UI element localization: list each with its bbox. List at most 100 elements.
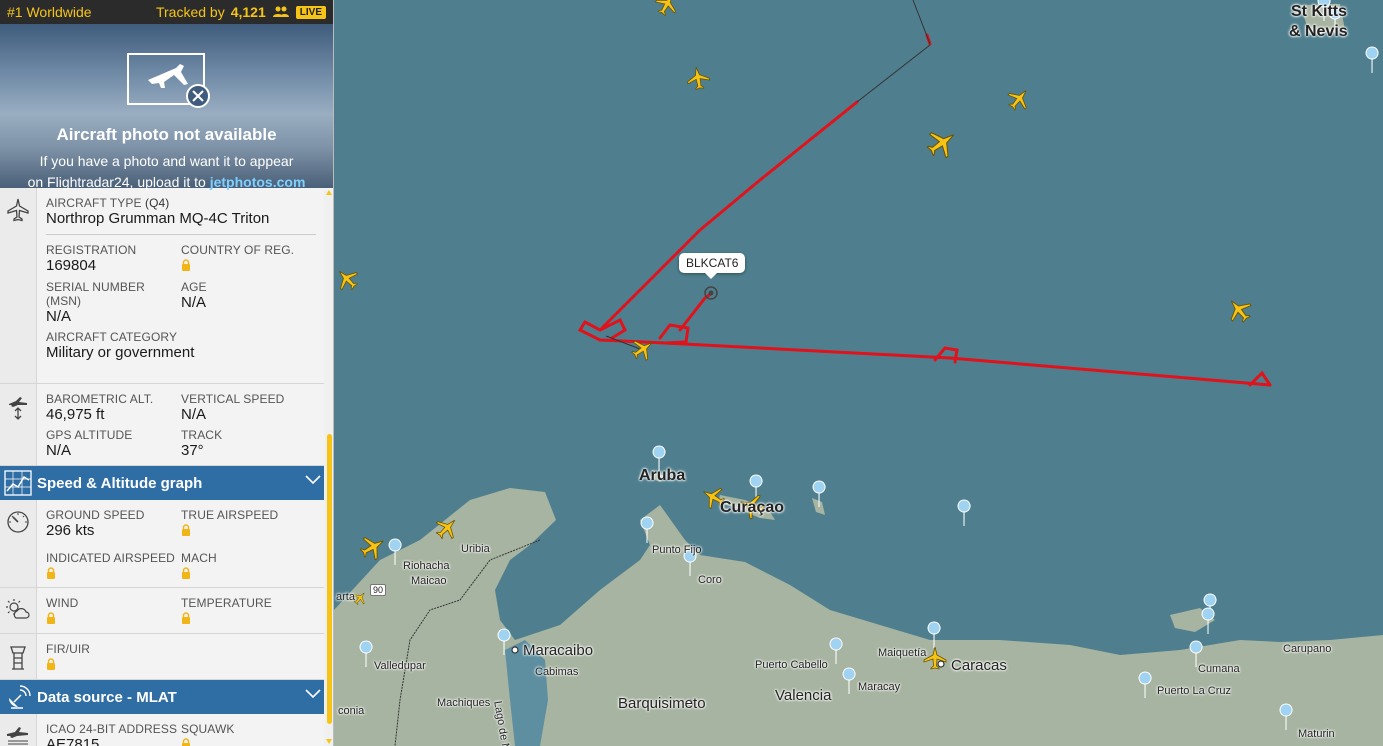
chevron-down-icon[interactable] — [305, 475, 321, 485]
age-label: AGE — [181, 280, 207, 294]
map-label-curacao: Curaçao — [720, 499, 785, 516]
map-label-cumana: Cumana — [1198, 663, 1240, 675]
category-value: Military or government — [46, 344, 195, 361]
photo-title: Aircraft photo not available — [56, 125, 277, 144]
mach-label: MACH — [181, 551, 217, 565]
altitude-icon — [9, 397, 27, 420]
map-label-maiquetia: Maiquetía — [878, 647, 927, 659]
lock-icon[interactable] — [181, 612, 191, 624]
aircraft-info-section: AIRCRAFT TYPE (Q4) Northrop Grumman MQ-4… — [0, 188, 333, 384]
map-label-punto-fijo: Punto Fijo — [652, 544, 702, 556]
aircraft-photo-placeholder: Aircraft photo not available If you have… — [0, 24, 333, 190]
ias-cell: INDICATED AIRSPEED — [46, 547, 181, 584]
scrollbar-thumb[interactable] — [327, 434, 332, 724]
aircraft-info-content: AIRCRAFT TYPE (Q4) Northrop Grumman MQ-4… — [37, 188, 333, 383]
selected-callsign-label[interactable]: BLKCAT6 — [679, 253, 746, 279]
map-label-barquisimeto: Barquisimeto — [618, 695, 706, 712]
airplane-icon — [7, 198, 29, 222]
weather-section: WIND TEMPERATURE — [0, 588, 333, 634]
wind-label: WIND — [46, 596, 79, 610]
lock-icon[interactable] — [46, 658, 56, 670]
lock-icon[interactable] — [181, 567, 191, 579]
age-cell: AGE N/A — [181, 276, 316, 326]
map-label-maicao: Maicao — [411, 575, 447, 587]
fir-label: FIR/UIR — [46, 642, 91, 656]
map-label-puerto-la-cruz: Puerto La Cruz — [1157, 685, 1231, 697]
temperature-label: TEMPERATURE — [181, 596, 272, 610]
true-airspeed-label: TRUE AIRSPEED — [181, 508, 279, 522]
serial-label: SERIAL NUMBER (MSN) — [46, 280, 145, 308]
no-photo-icon — [127, 53, 210, 108]
data-source-content: ICAO 24-BIT ADDRESS AE7815 SQUAWK — [37, 714, 333, 746]
icao-label: ICAO 24-BIT ADDRESS — [46, 722, 178, 736]
altitude-content: BAROMETRIC ALT. 46,975 ft VERTICAL SPEED… — [37, 384, 333, 465]
gps-alt-value: N/A — [46, 442, 72, 459]
lock-icon[interactable] — [181, 738, 191, 746]
speedometer-icon — [7, 511, 29, 533]
data-source-toggle[interactable]: Data source - MLAT — [0, 680, 333, 714]
speed-content: GROUND SPEED 296 kts TRUE AIRSPEED INDIC… — [37, 500, 333, 587]
tracked-count: 4,121 — [230, 4, 266, 20]
registration-cell: REGISTRATION 169804 — [46, 239, 181, 276]
lock-icon[interactable] — [181, 524, 191, 536]
map-label-nevis: & Nevis — [1289, 23, 1348, 40]
map-label-uribia: Uribia — [461, 543, 490, 555]
map-label-valencia: Valencia — [775, 687, 832, 704]
baro-alt-label: BAROMETRIC ALT. — [46, 392, 154, 406]
category-label: AIRCRAFT CATEGORY — [46, 330, 178, 344]
map-label-caracas: Caracas — [951, 657, 1007, 674]
lock-icon[interactable] — [46, 612, 56, 624]
map-label-coro: Coro — [698, 574, 722, 586]
lock-icon[interactable] — [181, 259, 191, 271]
baro-alt-value: 46,975 ft — [46, 406, 105, 423]
squawk-label: SQUAWK — [181, 722, 235, 736]
panel-header: #1 Worldwide Tracked by 4,121 LIVE — [0, 0, 333, 24]
aircraft-type-label: AIRCRAFT TYPE (Q4) — [46, 196, 325, 210]
weather-section-icon-col — [0, 588, 37, 633]
graph-icon — [3, 469, 33, 497]
baro-cell: BAROMETRIC ALT. 46,975 ft — [46, 388, 181, 424]
aircraft-type-label-text: AIRCRAFT TYPE — [46, 196, 142, 210]
tracked-by: Tracked by 4,121 LIVE — [156, 4, 326, 20]
photo-help-line2: on Flightradar24, upload it to jetphotos… — [0, 172, 333, 193]
jetphotos-link[interactable]: jetphotos.com — [210, 174, 306, 190]
scroll-up-arrow-icon[interactable] — [326, 190, 332, 195]
scroll-down-arrow-icon[interactable] — [326, 739, 332, 744]
data-source-row: ICAO 24-BIT ADDRESS AE7815 SQUAWK — [46, 718, 325, 746]
altitude-row-1: BAROMETRIC ALT. 46,975 ft VERTICAL SPEED… — [46, 388, 325, 424]
weather-row: WIND TEMPERATURE — [46, 592, 325, 629]
aircraft-details-panel: #1 Worldwide Tracked by 4,121 LIVE Aircr… — [0, 0, 334, 746]
serial-value: N/A — [46, 308, 72, 325]
map-label-cabimas: Cabimas — [535, 666, 579, 678]
track-label: TRACK — [181, 428, 223, 442]
registration-row: REGISTRATION 169804 COUNTRY OF REG. — [46, 239, 325, 276]
map-label-aruba: Aruba — [639, 467, 686, 484]
speed-section: GROUND SPEED 296 kts TRUE AIRSPEED INDIC… — [0, 500, 333, 588]
gps-alt-label: GPS ALTITUDE — [46, 428, 133, 442]
indicated-airspeed-label: INDICATED AIRSPEED — [46, 551, 175, 565]
fir-section-icon-col — [0, 634, 37, 679]
panel-scrollbar[interactable] — [324, 190, 333, 746]
vs-cell: VERTICAL SPEED N/A — [181, 388, 316, 424]
speed-row-1: GROUND SPEED 296 kts TRUE AIRSPEED — [46, 504, 325, 541]
chevron-down-icon[interactable] — [305, 689, 321, 699]
photo-help-prefix: on Flightradar24, upload it to — [27, 174, 206, 190]
icao-cell: ICAO 24-BIT ADDRESS AE7815 — [46, 718, 181, 746]
weather-content: WIND TEMPERATURE — [37, 588, 333, 633]
photo-help-text: If you have a photo and want it to appea… — [0, 151, 333, 193]
altitude-section: BAROMETRIC ALT. 46,975 ft VERTICAL SPEED… — [0, 384, 333, 466]
icao-value: AE7815 — [46, 736, 100, 746]
aircraft-type-value: Northrop Grumman MQ-4C Triton — [46, 210, 270, 227]
rank-text[interactable]: #1 Worldwide — [7, 4, 92, 20]
speed-altitude-graph-toggle[interactable]: Speed & Altitude graph — [0, 466, 333, 500]
speed-row-2: INDICATED AIRSPEED MACH — [46, 547, 325, 584]
fir-section: FIR/UIR — [0, 634, 333, 680]
country-label: COUNTRY OF REG. — [181, 243, 295, 257]
photo-help-line1: If you have a photo and want it to appea… — [39, 153, 294, 169]
tracked-prefix: Tracked by — [155, 4, 225, 20]
map-label-riohacha: Riohacha — [403, 560, 450, 572]
ground-speed-label: GROUND SPEED — [46, 508, 145, 522]
tas-cell: TRUE AIRSPEED — [181, 504, 316, 541]
lock-icon[interactable] — [46, 567, 56, 579]
transponder-aircraft-icon — [7, 727, 28, 745]
